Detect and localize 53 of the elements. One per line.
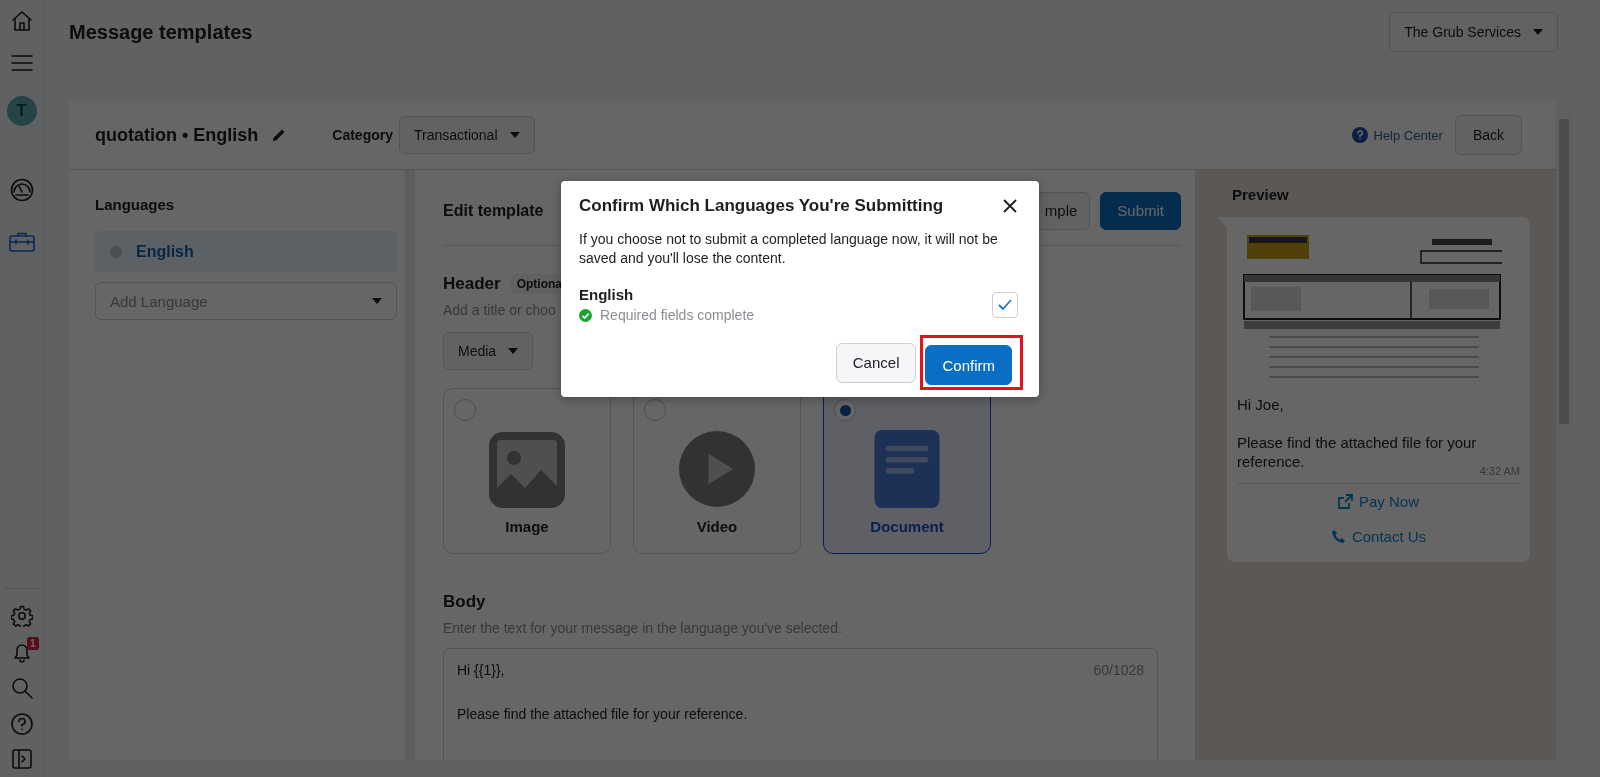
caret-icon <box>372 298 382 304</box>
notification-badge: 1 <box>26 637 39 650</box>
external-link-icon <box>1338 494 1353 509</box>
home-icon[interactable] <box>10 10 33 32</box>
help-icon <box>1351 127 1368 143</box>
menu-icon[interactable] <box>10 54 33 72</box>
radio-button[interactable] <box>834 399 856 421</box>
gauge-icon[interactable] <box>9 178 34 202</box>
sidebar-toggle-icon[interactable] <box>11 749 32 769</box>
media-type-dropdown[interactable]: Media <box>443 332 534 370</box>
caret-icon <box>1533 29 1543 35</box>
section-title: Edit template <box>443 201 544 220</box>
search-icon[interactable] <box>10 677 33 699</box>
dialog-message: If you choose not to submit a completed language now, it will not be saved and you'll lose the content. <box>579 230 999 268</box>
panel-title: Languages <box>95 196 176 213</box>
category-dropdown[interactable]: Transactional <box>399 116 535 154</box>
option-label: Document <box>870 518 944 535</box>
template-name: quotation • English <box>95 124 259 146</box>
briefcase-icon[interactable] <box>8 232 35 252</box>
caret-icon <box>509 132 520 138</box>
confirm-button[interactable]: Confirm <box>925 345 1012 385</box>
status-text: Required fields complete <box>600 307 755 323</box>
submit-button[interactable]: Submit <box>1100 191 1181 230</box>
page-title: Message templates <box>69 20 253 44</box>
category-label: Category <box>332 127 393 143</box>
call-button[interactable]: Contact Us <box>1237 519 1520 554</box>
caret-icon <box>508 348 519 354</box>
back-button[interactable]: Back <box>1454 115 1522 155</box>
language-item[interactable]: English <box>95 231 397 272</box>
link-button[interactable]: Pay Now <box>1237 484 1520 519</box>
account-dropdown[interactable]: The Grub Services <box>1389 12 1558 52</box>
check-icon <box>998 298 1012 311</box>
image-icon <box>489 430 565 508</box>
help-icon[interactable] <box>10 713 33 735</box>
close-icon[interactable] <box>1003 199 1017 213</box>
cancel-button[interactable]: Cancel <box>835 342 917 383</box>
section-title: Body <box>443 592 486 612</box>
help-center-link[interactable]: Help Center <box>1351 127 1443 143</box>
media-option-card[interactable]: Image <box>443 388 611 554</box>
option-label: Image <box>505 518 549 535</box>
dialog-title: Confirm Which Languages You're Submitting <box>579 196 944 216</box>
radio-button[interactable] <box>644 399 666 421</box>
language-name: English <box>579 286 635 303</box>
radio-button[interactable] <box>454 399 476 421</box>
section-title: Header <box>443 274 501 294</box>
play-icon <box>679 430 755 508</box>
pencil-icon[interactable] <box>272 128 287 142</box>
settings-icon[interactable] <box>10 605 33 627</box>
option-label: Video <box>696 518 738 535</box>
text-area-value: Hi {{1}}, Please find the attached file for your reference. <box>457 661 748 724</box>
phone-icon <box>1330 529 1346 544</box>
panel-title: Preview <box>1232 186 1290 203</box>
checkbox[interactable] <box>992 291 1018 318</box>
